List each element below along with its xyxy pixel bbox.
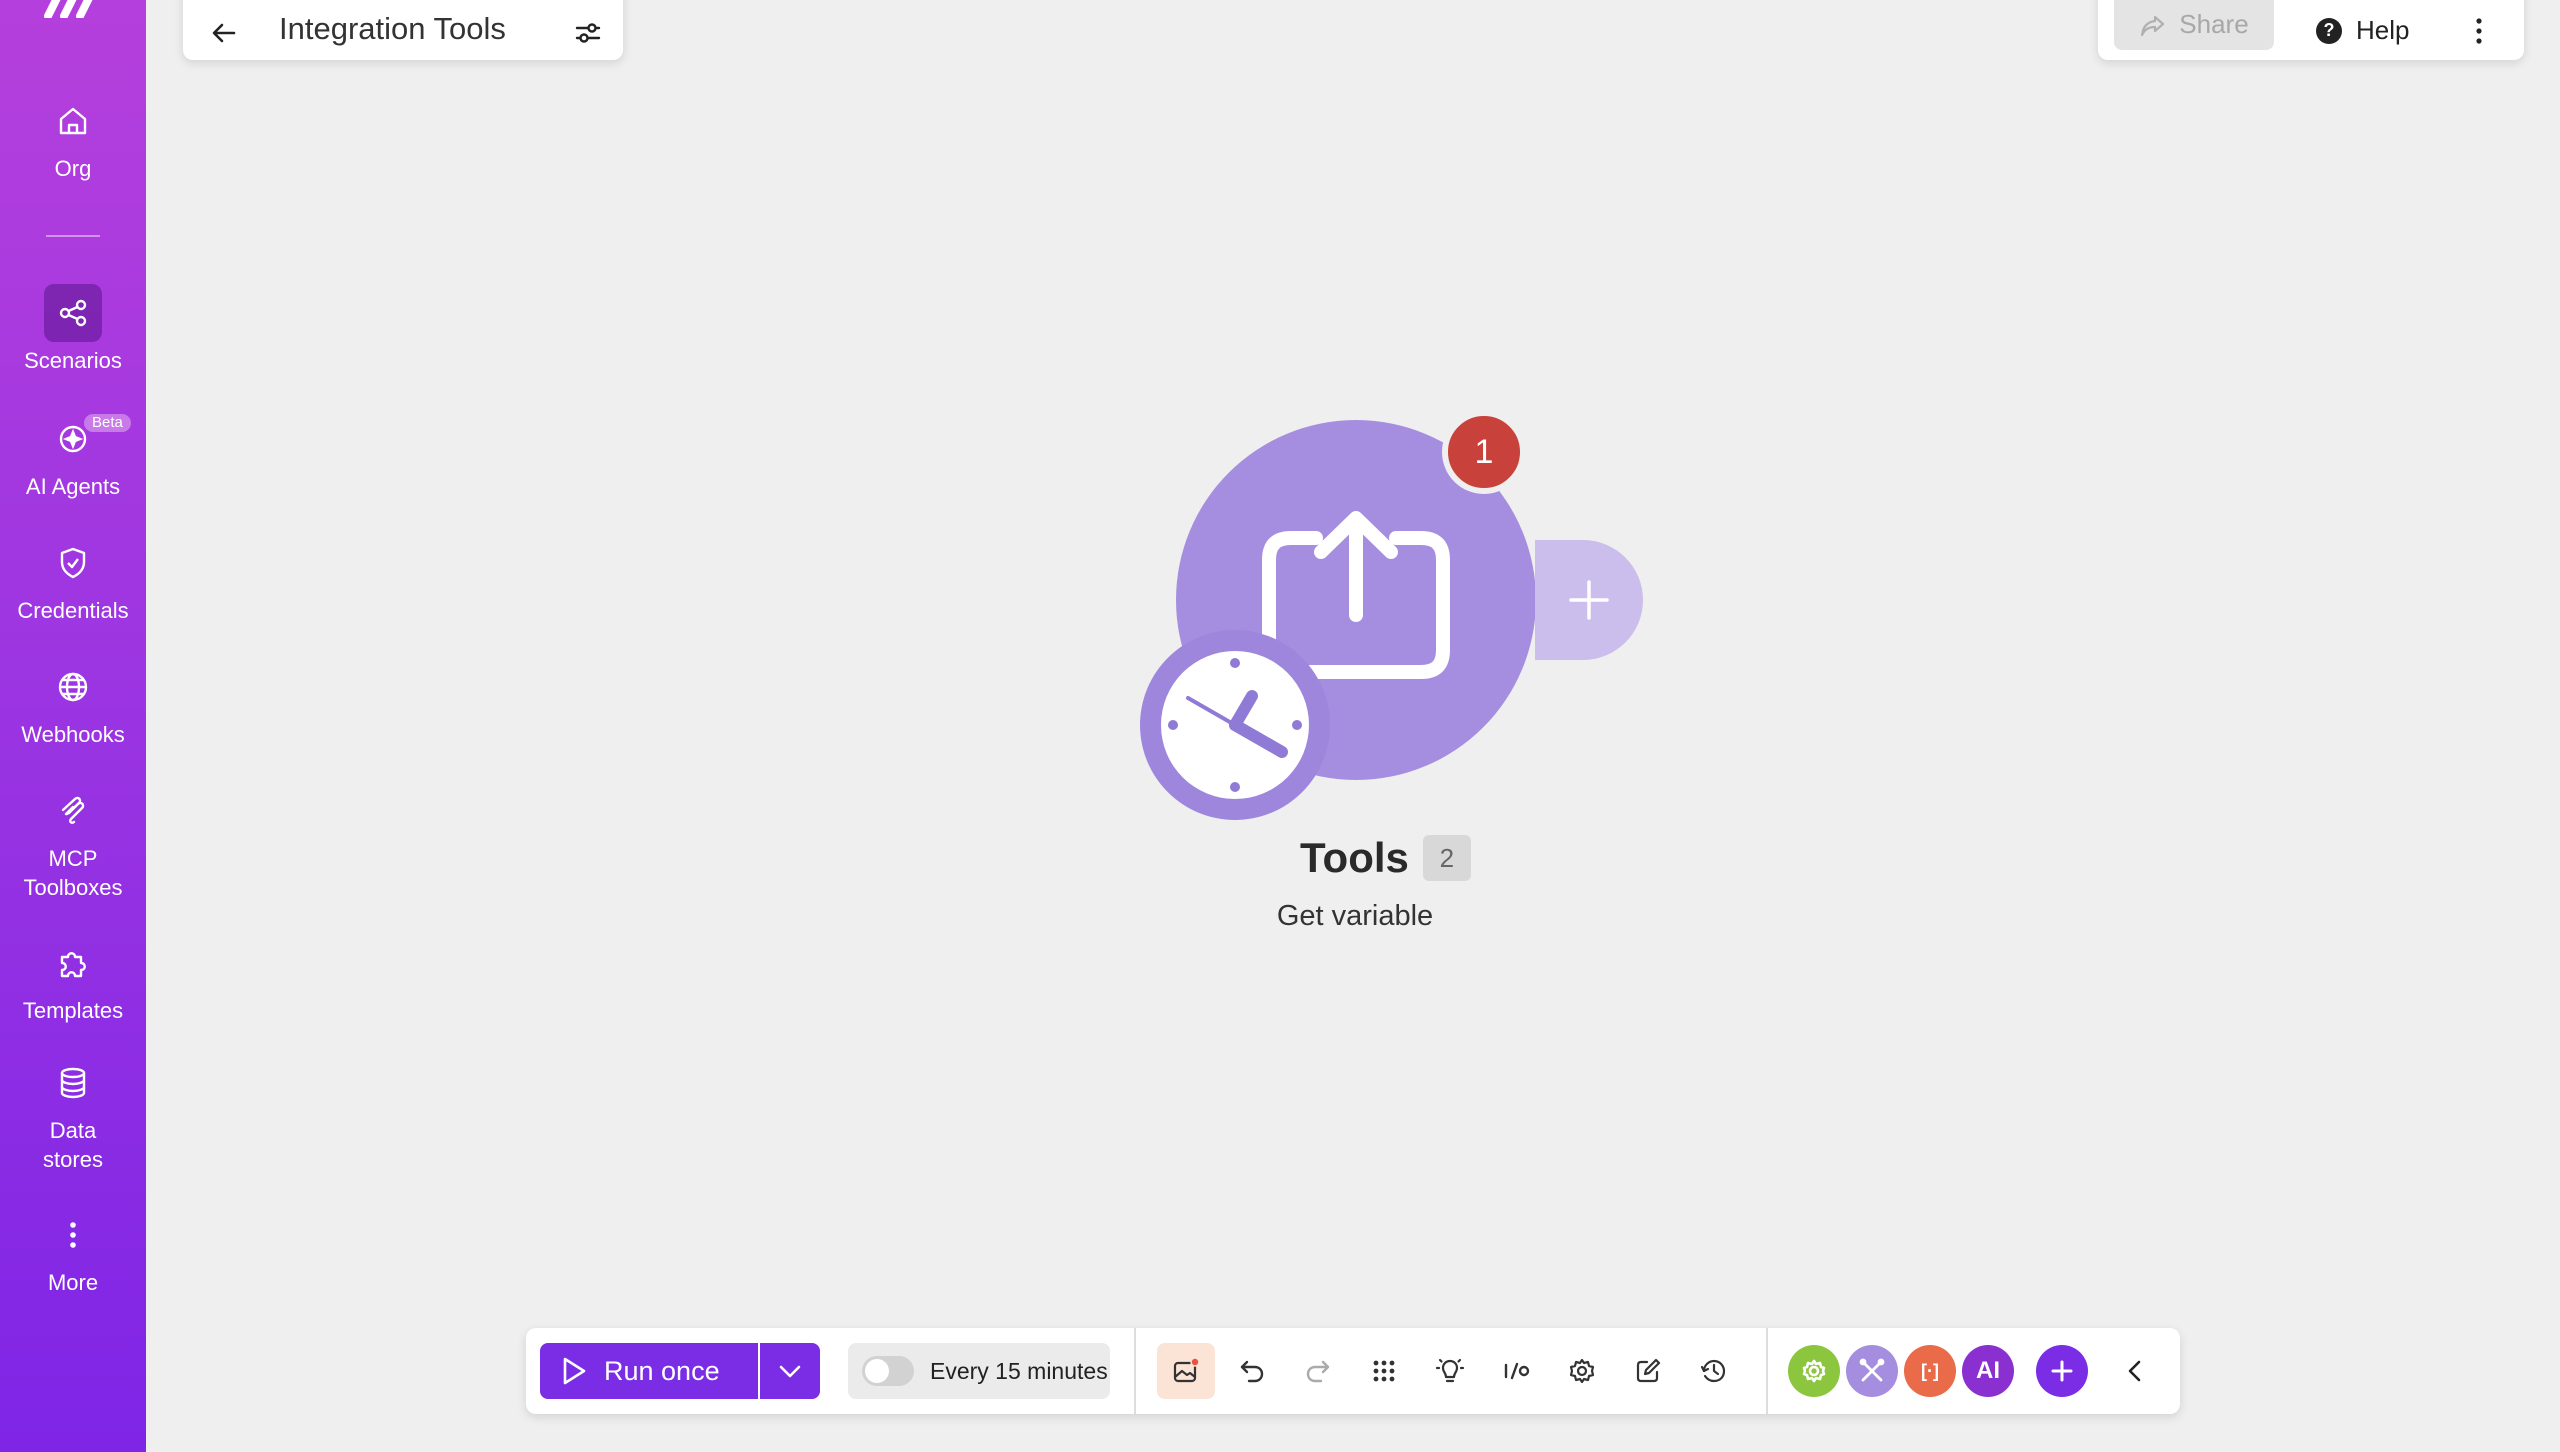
sparkle-icon: Beta	[44, 410, 131, 468]
redo-icon	[1306, 1360, 1330, 1383]
run-once-label: Run once	[604, 1355, 720, 1386]
sidebar-item-label: Scenarios	[24, 348, 122, 373]
database-icon	[44, 1054, 102, 1112]
more-options-icon[interactable]	[2469, 16, 2489, 46]
schedule-clock-icon[interactable]	[1140, 630, 1330, 820]
sidebar-item-label: More	[47, 1270, 99, 1295]
undo-icon	[1240, 1360, 1264, 1383]
plus-icon	[2051, 1360, 2073, 1382]
scenario-header: Integration Tools	[183, 0, 623, 60]
notes-button[interactable]	[1619, 1343, 1677, 1399]
run-options-button[interactable]	[760, 1343, 820, 1399]
history-icon	[1700, 1359, 1726, 1383]
play-icon	[563, 1357, 586, 1385]
share-button[interactable]: Share	[2114, 0, 2274, 50]
app-tools-button[interactable]	[1788, 1345, 1840, 1397]
app-text-parser-button[interactable]: [·]	[1904, 1345, 1956, 1397]
module-name: Tools	[1300, 834, 1409, 881]
gear-icon	[1802, 1359, 1826, 1383]
sidebar: Org Scenarios Beta AI Agents Credentials…	[0, 0, 146, 1452]
io-button[interactable]	[1487, 1343, 1545, 1399]
top-right-actions: Share ? Help	[2098, 0, 2524, 60]
globe-icon	[44, 658, 102, 716]
scenario-title[interactable]: Integration Tools	[279, 10, 573, 48]
schedule-toggle[interactable]: Every 15 minutes	[848, 1343, 1110, 1399]
sidebar-item-webhooks[interactable]: Webhooks	[0, 658, 146, 749]
module-operation: Get variable	[1276, 900, 1434, 932]
module-id-badge: 2	[1422, 835, 1471, 881]
app-ai-button[interactable]: AI	[1962, 1345, 2014, 1397]
auto-align-button[interactable]	[1355, 1343, 1413, 1399]
sidebar-item-credentials[interactable]: Credentials	[0, 534, 146, 625]
sliders-icon[interactable]	[573, 18, 603, 48]
lightbulb-icon	[1435, 1358, 1465, 1383]
app-flow-control-button[interactable]	[1846, 1345, 1898, 1397]
io-icon	[1504, 1362, 1530, 1380]
help-button[interactable]: ? Help	[2316, 15, 2409, 46]
sidebar-item-label: MCP Toolboxes	[23, 846, 123, 900]
gear-icon	[1569, 1358, 1595, 1384]
sidebar-divider	[46, 235, 100, 237]
add-module-button[interactable]	[1535, 540, 1643, 660]
plus-icon	[1569, 580, 1609, 620]
back-arrow-icon[interactable]	[209, 18, 239, 48]
toggle-switch[interactable]	[862, 1356, 914, 1386]
sidebar-item-label: Org	[54, 156, 92, 181]
sidebar-item-label: Webhooks	[21, 722, 125, 747]
run-once-button[interactable]: Run once	[540, 1343, 758, 1399]
puzzle-icon	[44, 934, 102, 992]
sidebar-item-label: AI Agents	[25, 474, 121, 499]
schedule-label: Every 15 minutes	[930, 1357, 1108, 1384]
toolbar-divider	[1766, 1328, 1768, 1414]
share-nodes-icon	[44, 284, 102, 342]
shield-check-icon	[44, 534, 102, 592]
share-icon	[2141, 15, 2165, 37]
sidebar-item-templates[interactable]: Templates	[0, 934, 146, 1025]
bottom-toolbar: Run once Every 15 minutes [·] AI	[526, 1328, 2180, 1414]
toolbar-divider	[1134, 1328, 1136, 1414]
explain-flow-button[interactable]	[1421, 1343, 1479, 1399]
beta-badge: Beta	[84, 414, 131, 432]
undo-button[interactable]	[1223, 1343, 1281, 1399]
sidebar-item-more[interactable]: More	[0, 1206, 146, 1297]
home-icon	[44, 92, 102, 150]
chevron-left-icon	[2128, 1360, 2141, 1382]
redo-button[interactable]	[1289, 1343, 1347, 1399]
vertical-dots-icon	[44, 1206, 102, 1264]
mcp-icon	[44, 782, 102, 840]
sidebar-item-label: Data stores	[43, 1118, 103, 1172]
chevron-down-icon	[779, 1365, 801, 1378]
collapse-toolbar-button[interactable]	[2106, 1343, 2164, 1399]
tools-icon	[1859, 1358, 1885, 1382]
image-note-icon	[1173, 1357, 1200, 1383]
share-label: Share	[2179, 9, 2249, 39]
scenario-settings-button[interactable]	[1553, 1343, 1611, 1399]
sidebar-item-label: Templates	[22, 998, 124, 1023]
tools-module: 1	[1140, 410, 1660, 830]
error-count-badge[interactable]: 1	[1442, 410, 1526, 494]
help-label: Help	[2356, 15, 2410, 45]
module-label: Tools 2	[1300, 834, 1471, 882]
sidebar-item-scenarios[interactable]: Scenarios	[0, 284, 146, 375]
sidebar-item-ai-agents[interactable]: Beta AI Agents	[0, 410, 146, 501]
sidebar-item-data-stores[interactable]: Data stores	[0, 1054, 146, 1174]
grid-dots-icon	[1373, 1360, 1395, 1382]
question-icon: ?	[2316, 17, 2342, 44]
add-app-button[interactable]	[2036, 1345, 2088, 1397]
make-logo-icon[interactable]	[44, 0, 102, 18]
sidebar-item-label: Credentials	[17, 598, 129, 623]
sidebar-item-org[interactable]: Org	[0, 92, 146, 183]
sidebar-item-mcp-toolboxes[interactable]: MCP Toolboxes	[0, 782, 146, 902]
edit-note-icon	[1636, 1358, 1661, 1383]
notes-image-button[interactable]	[1157, 1343, 1215, 1399]
history-button[interactable]	[1685, 1343, 1743, 1399]
